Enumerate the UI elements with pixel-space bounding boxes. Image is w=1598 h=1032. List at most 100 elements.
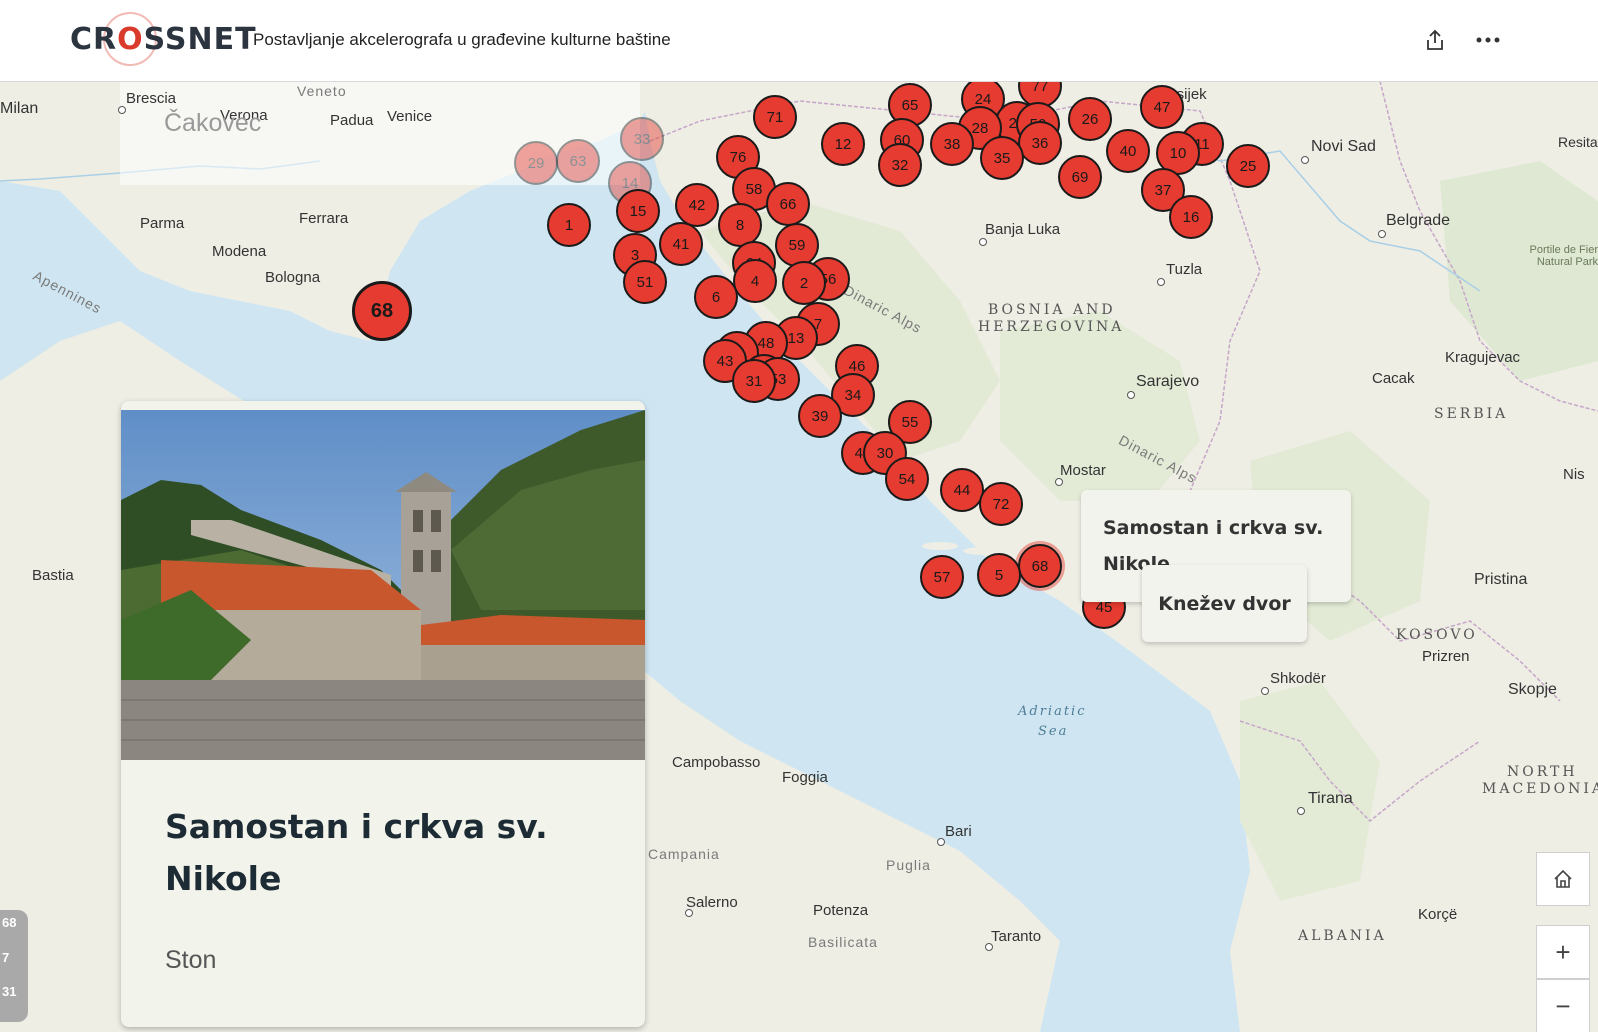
- home-icon: [1554, 869, 1572, 888]
- place-label: Taranto: [991, 928, 1042, 945]
- place-label: Nis: [1563, 466, 1585, 483]
- place-label: Cacak: [1372, 370, 1415, 387]
- site-marker[interactable]: 68: [1018, 544, 1062, 588]
- place-label: Tirana: [1308, 790, 1353, 807]
- app-header: CROSSNET Postavljanje akcelerografa u gr…: [0, 0, 1598, 82]
- place-label: Bastia: [32, 567, 74, 584]
- site-marker[interactable]: 71: [753, 95, 797, 139]
- site-marker[interactable]: 66: [766, 182, 810, 226]
- share-icon: [1427, 29, 1443, 50]
- site-marker[interactable]: 57: [920, 555, 964, 599]
- site-title: Samostan i crkva sv. Nikole: [165, 807, 548, 898]
- place-label: Potenza: [813, 902, 869, 919]
- place-label: Puglia: [886, 857, 931, 873]
- site-marker[interactable]: 40: [1106, 129, 1150, 173]
- city-marker: [1055, 478, 1063, 486]
- place-label: Modena: [212, 243, 267, 260]
- site-marker[interactable]: 31: [732, 359, 776, 403]
- site-marker[interactable]: 38: [930, 122, 974, 166]
- place-label: Bologna: [265, 269, 321, 286]
- country-label: MACEDONIA: [1482, 781, 1598, 797]
- city-marker: [979, 238, 987, 246]
- zoom-out-button[interactable]: −: [1536, 979, 1590, 1032]
- place-label: Čakovec: [164, 109, 262, 137]
- share-button[interactable]: [1417, 22, 1453, 58]
- place-label: Bari: [945, 823, 972, 840]
- city-marker: [937, 838, 945, 846]
- place-label: Milan: [0, 100, 39, 117]
- site-marker[interactable]: 25: [1226, 144, 1270, 188]
- city-marker: [685, 909, 693, 917]
- place-label: Tuzla: [1166, 261, 1203, 278]
- place-label: Shkodër: [1270, 670, 1326, 687]
- site-marker[interactable]: 2: [782, 261, 826, 305]
- place-label: Mostar: [1060, 462, 1106, 479]
- site-marker[interactable]: 59: [775, 223, 819, 267]
- place-label: Ferrara: [299, 210, 349, 227]
- site-info-card[interactable]: Samostan i crkva sv. Nikole Ston: [121, 401, 645, 1027]
- site-marker[interactable]: 35: [980, 136, 1024, 180]
- site-marker[interactable]: 12: [821, 122, 865, 166]
- active-site-marker[interactable]: 68: [352, 281, 412, 341]
- cluster-legend: 68 7 31: [0, 910, 28, 1022]
- site-marker[interactable]: 39: [798, 394, 842, 438]
- site-marker[interactable]: 36: [1018, 121, 1062, 165]
- place-label: Portile de Fier Natural Park: [1529, 244, 1598, 268]
- site-marker[interactable]: 42: [675, 183, 719, 227]
- site-marker[interactable]: 33: [620, 117, 664, 161]
- site-marker[interactable]: 47: [1140, 85, 1184, 129]
- city-marker: [1127, 391, 1135, 399]
- site-marker[interactable]: 5: [977, 553, 1021, 597]
- place-label: Novi Sad: [1311, 138, 1376, 155]
- city-marker: [1157, 278, 1165, 286]
- home-button[interactable]: [1536, 852, 1590, 906]
- crossnet-logo[interactable]: CROSSNET: [70, 22, 257, 57]
- sea-label: Adriatic: [1018, 704, 1087, 719]
- site-marker[interactable]: 63: [556, 139, 600, 183]
- city-marker: [985, 943, 993, 951]
- place-label: Banja Luka: [985, 221, 1061, 238]
- site-marker[interactable]: 69: [1058, 155, 1102, 199]
- city-marker: [1297, 807, 1305, 815]
- site-marker[interactable]: 41: [659, 222, 703, 266]
- country-label: HERZEGOVINA: [978, 319, 1125, 335]
- marker-tooltip: Knežev dvor: [1142, 565, 1307, 642]
- site-marker[interactable]: 16: [1169, 195, 1213, 239]
- place-label: Venice: [387, 108, 433, 125]
- place-label: Resita: [1558, 134, 1598, 150]
- site-marker[interactable]: 29: [514, 141, 558, 185]
- place-label: Veneto: [297, 83, 347, 99]
- place-label: Pristina: [1474, 571, 1528, 588]
- place-label: Foggia: [782, 769, 828, 786]
- city-marker: [1378, 230, 1386, 238]
- site-marker[interactable]: 26: [1068, 97, 1112, 141]
- city-marker: [118, 106, 126, 114]
- site-marker[interactable]: 32: [878, 143, 922, 187]
- site-marker[interactable]: 1: [547, 203, 591, 247]
- country-label: SERBIA: [1434, 406, 1509, 422]
- site-photo: [121, 410, 645, 760]
- more-horizontal-icon: [1476, 37, 1500, 43]
- map-view[interactable]: Milan Brescia Verona Veneto Padua Venice…: [0, 81, 1598, 1032]
- logo-text-o: O: [117, 22, 144, 57]
- place-label: Parma: [140, 215, 185, 232]
- logo-text-end: SSNET: [143, 22, 257, 57]
- site-marker[interactable]: 51: [623, 260, 667, 304]
- city-marker: [1301, 156, 1309, 164]
- site-marker[interactable]: 72: [979, 482, 1023, 526]
- site-marker[interactable]: 6: [694, 275, 738, 319]
- site-marker[interactable]: 15: [616, 189, 660, 233]
- place-label: Campania: [648, 846, 720, 862]
- site-marker[interactable]: 44: [940, 468, 984, 512]
- country-label: BOSNIA AND: [988, 302, 1116, 318]
- site-marker[interactable]: 54: [885, 457, 929, 501]
- place-label: Korçë: [1418, 906, 1458, 923]
- country-label: KOSOVO: [1396, 627, 1478, 643]
- legend-value: 7: [2, 950, 10, 965]
- site-marker[interactable]: 4: [733, 259, 777, 303]
- zoom-in-button[interactable]: +: [1536, 925, 1590, 979]
- more-options-button[interactable]: [1470, 22, 1506, 58]
- legend-value: 31: [2, 984, 17, 999]
- city-marker: [1261, 687, 1269, 695]
- place-label: Belgrade: [1386, 212, 1451, 229]
